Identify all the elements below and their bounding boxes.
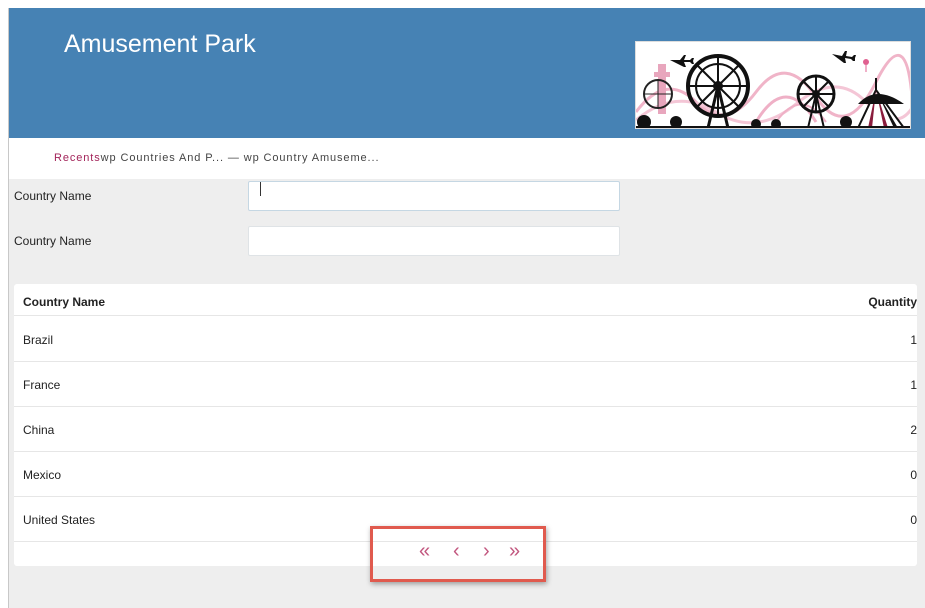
amusement-park-banner-image [635,41,911,129]
text-caret [260,182,261,196]
table-row[interactable]: China 2 [14,407,917,452]
breadcrumb-recents[interactable]: Recents [54,152,101,164]
breadcrumb-separator: — [223,152,244,164]
table-row[interactable]: Brazil 1 [14,317,917,362]
cell-quantity: 1 [910,333,917,347]
column-header-quantity[interactable]: Quantity [868,295,917,309]
countries-grid: Country Name Quantity Brazil 1 France 1 … [14,284,917,566]
pagination-highlight-box: « ‹ › » [370,526,546,582]
grid-header: Country Name Quantity [14,284,917,316]
cell-country-name: Brazil [23,333,54,347]
cell-country-name: France [23,378,61,392]
next-page-icon[interactable]: › [483,541,490,561]
cell-country-name: Mexico [23,468,62,482]
cell-quantity: 0 [910,513,917,527]
cell-country-name: United States [23,513,96,527]
column-header-country-name[interactable]: Country Name [23,295,105,309]
breadcrumb-item-country-amusement: wp Country Amuseme... [243,152,380,164]
last-page-icon[interactable]: » [509,541,520,561]
cell-quantity: 2 [910,423,917,437]
table-row[interactable]: France 1 [14,362,917,407]
country-name-input-1[interactable] [248,181,620,211]
first-page-icon[interactable]: « [419,541,430,561]
previous-page-icon[interactable]: ‹ [453,541,460,561]
breadcrumb-item-countries-and-parks[interactable]: wp Countries And P... [101,152,224,164]
cell-country-name: China [23,423,55,437]
app-header: Amusement Park [9,8,925,138]
country-name-label-1: Country Name [14,189,92,203]
cell-quantity: 0 [910,468,917,482]
cell-quantity: 1 [910,378,917,392]
app-title: Amusement Park [64,30,256,58]
country-name-input-2[interactable] [248,226,620,256]
breadcrumb: Recentswp Countries And P... — wp Countr… [54,152,379,164]
country-name-label-2: Country Name [14,234,92,248]
table-row[interactable]: Mexico 0 [14,452,917,497]
